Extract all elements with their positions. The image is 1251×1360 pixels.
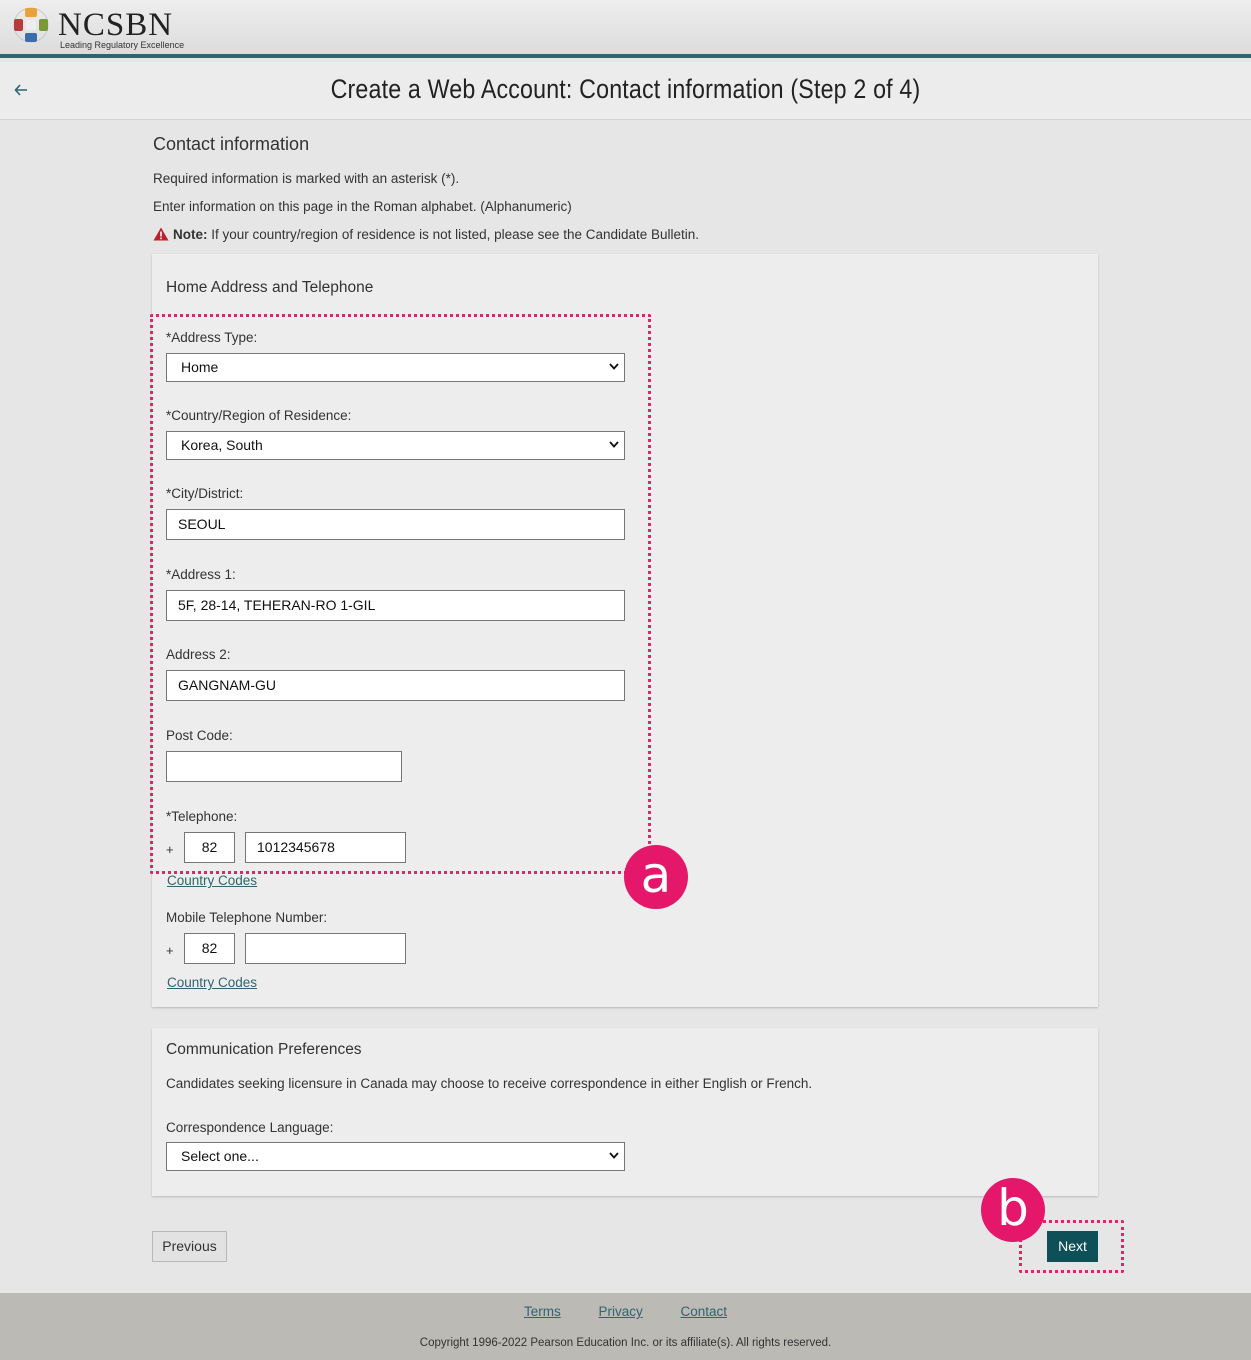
section-heading: Contact information <box>153 134 310 154</box>
mobile-label: Mobile Telephone Number: <box>166 910 328 925</box>
mobile-country-codes-link[interactable]: Country Codes <box>167 975 257 990</box>
previous-button[interactable]: Previous <box>152 1231 227 1262</box>
mobile-code-input[interactable]: 82 <box>184 933 235 964</box>
footer-links: Terms Privacy Contact <box>0 1304 1251 1319</box>
language-select[interactable]: Select one... <box>166 1142 625 1171</box>
terms-link[interactable]: Terms <box>524 1304 561 1319</box>
logo-tagline: Leading Regulatory Excellence <box>60 40 185 50</box>
ncsbn-logo-icon <box>13 7 49 43</box>
mobile-number-input[interactable] <box>245 933 406 964</box>
back-arrow-icon[interactable] <box>10 78 32 102</box>
annotation-badge-b: b <box>981 1178 1045 1242</box>
mobile-plus: + <box>166 943 174 958</box>
contact-link[interactable]: Contact <box>681 1304 728 1319</box>
chevron-down-icon <box>608 1143 620 1170</box>
annotation-badge-a: a <box>624 845 688 909</box>
home-address-title: Home Address and Telephone <box>166 279 374 296</box>
roman-alphabet-text: Enter information on this page in the Ro… <box>153 199 572 214</box>
note-label: Note: <box>173 227 208 242</box>
note-text: If your country/region of residence is n… <box>207 227 700 242</box>
privacy-link[interactable]: Privacy <box>598 1304 642 1319</box>
title-bar: Create a Web Account: Contact informatio… <box>0 62 1251 120</box>
annotation-box-a <box>150 314 651 874</box>
footer: Terms Privacy Contact Copyright 1996-202… <box>0 1293 1251 1360</box>
language-value: Select one... <box>181 1148 259 1164</box>
communication-title: Communication Preferences <box>166 1041 362 1058</box>
top-bar: NCSBN Leading Regulatory Excellence <box>0 0 1251 58</box>
language-label: Correspondence Language: <box>166 1120 334 1135</box>
page-title: Create a Web Account: Contact informatio… <box>330 74 921 104</box>
communication-panel: Communication Preferences Candidates see… <box>152 1028 1098 1196</box>
warning-icon <box>153 227 169 241</box>
required-info-text: Required information is marked with an a… <box>153 171 460 186</box>
ncsbn-logo[interactable]: NCSBN Leading Regulatory Excellence <box>12 6 212 54</box>
logo-name: NCSBN <box>58 7 174 43</box>
communication-description: Candidates seeking licensure in Canada m… <box>166 1076 813 1091</box>
country-codes-link[interactable]: Country Codes <box>167 873 257 888</box>
copyright-text: Copyright 1996-2022 Pearson Education In… <box>419 1337 832 1349</box>
note-line: Note: If your country/region of residenc… <box>153 227 699 242</box>
